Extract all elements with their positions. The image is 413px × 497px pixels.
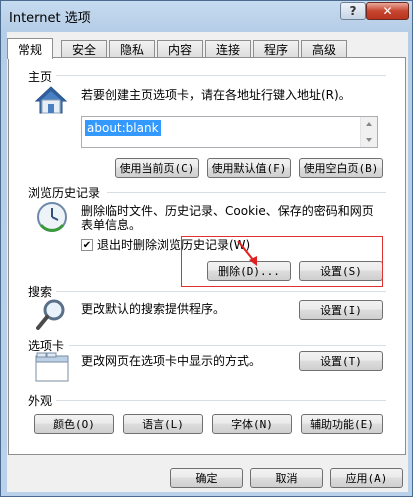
internet-options-window: Internet 选项 ? ✕ 常规 安全 隐私 内容 连接 程序 高级 主页 … bbox=[0, 0, 413, 497]
cancel-button[interactable]: 取消 bbox=[250, 468, 323, 488]
use-current-button[interactable]: 使用当前页(C) bbox=[115, 158, 199, 178]
appearance-separator bbox=[56, 400, 386, 401]
check-mark-icon: ✔ bbox=[82, 239, 92, 251]
fonts-button[interactable]: 字体(N) bbox=[212, 414, 292, 434]
homepage-section-title: 主页 bbox=[28, 70, 53, 84]
title-bar[interactable]: Internet 选项 ? ✕ bbox=[1, 1, 412, 31]
use-default-button[interactable]: 使用默认值(F) bbox=[207, 158, 291, 178]
history-clock-icon bbox=[37, 202, 67, 232]
tab-programs[interactable]: 程序 bbox=[253, 40, 299, 58]
tab-strip: 常规 安全 隐私 内容 连接 程序 高级 bbox=[7, 38, 407, 59]
history-description-line1: 删除临时文件、历史记录、Cookie、保存的密码和网页 bbox=[81, 204, 374, 218]
tabs-settings-button[interactable]: 设置(T) bbox=[299, 351, 383, 371]
tab-content[interactable]: 内容 bbox=[157, 40, 203, 58]
annotation-highlight-box bbox=[181, 236, 383, 287]
homepage-description: 若要创建主页选项卡，请在各地址行键入地址(R)。 bbox=[81, 88, 351, 102]
apply-button[interactable]: 应用(A) bbox=[330, 468, 403, 488]
tabs-description: 更改网页在选项卡中显示的方式。 bbox=[81, 354, 262, 368]
tab-privacy[interactable]: 隐私 bbox=[109, 40, 155, 58]
homepage-address-textbox[interactable]: about:blank bbox=[81, 116, 378, 148]
history-section-title: 浏览历史记录 bbox=[28, 186, 101, 200]
house-icon bbox=[34, 86, 68, 114]
use-blank-button[interactable]: 使用空白页(B) bbox=[299, 158, 383, 178]
tab-advanced[interactable]: 高级 bbox=[301, 40, 347, 58]
homepage-separator bbox=[56, 75, 386, 76]
ok-button[interactable]: 确定 bbox=[170, 468, 243, 488]
tabbed-window-icon bbox=[35, 352, 69, 382]
languages-button[interactable]: 语言(L) bbox=[123, 414, 203, 434]
search-description: 更改默认的搜索提供程序。 bbox=[81, 302, 226, 316]
search-separator bbox=[56, 291, 386, 292]
delete-on-exit-checkbox[interactable]: ✔ bbox=[81, 239, 93, 251]
tab-security[interactable]: 安全 bbox=[61, 40, 107, 58]
scroll-arrows-icon bbox=[366, 122, 372, 142]
tab-general[interactable]: 常规 bbox=[7, 38, 53, 59]
homepage-address-value[interactable]: about:blank bbox=[85, 120, 161, 136]
close-button[interactable]: ✕ bbox=[366, 2, 409, 20]
textbox-scrollbar[interactable] bbox=[360, 117, 377, 147]
window-title: Internet 选项 bbox=[9, 11, 91, 26]
tabs-separator bbox=[69, 345, 386, 346]
help-button[interactable]: ? bbox=[340, 2, 366, 20]
history-description-line2: 表单信息。 bbox=[81, 218, 142, 232]
history-separator bbox=[107, 192, 386, 193]
magnifier-icon bbox=[36, 299, 65, 330]
search-settings-button[interactable]: 设置(I) bbox=[299, 300, 383, 320]
annotation-arrow-icon bbox=[237, 240, 257, 266]
colors-button[interactable]: 颜色(O) bbox=[34, 414, 114, 434]
tab-connections[interactable]: 连接 bbox=[205, 40, 251, 58]
appearance-section-title: 外观 bbox=[28, 394, 53, 408]
accessibility-button[interactable]: 辅助功能(E) bbox=[301, 414, 383, 434]
